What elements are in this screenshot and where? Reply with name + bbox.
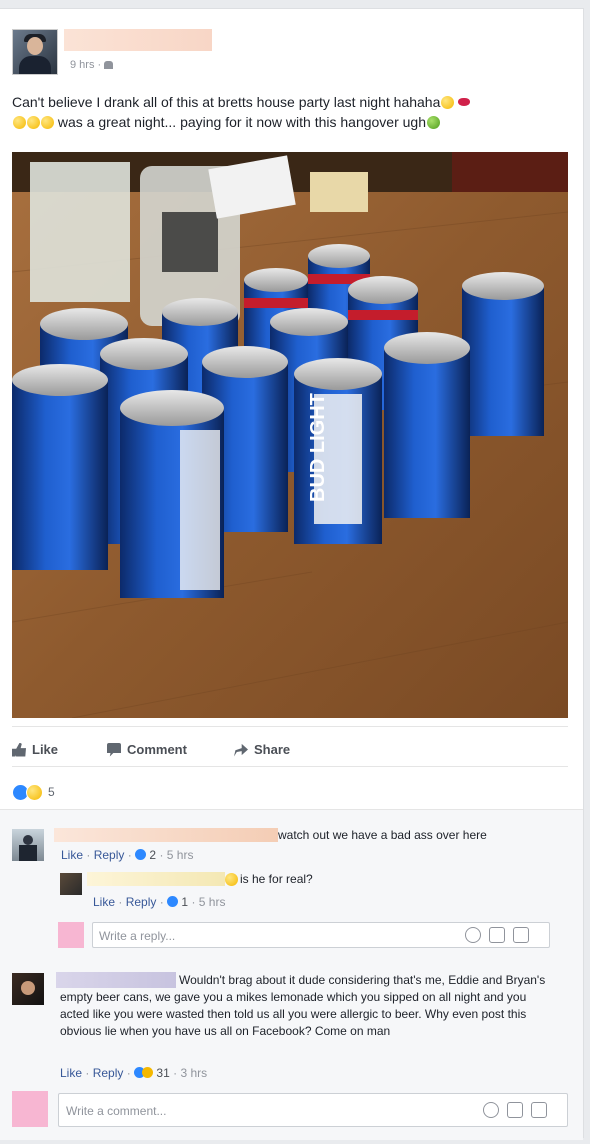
comment-input-placeholder: Write a comment... — [66, 1104, 167, 1118]
comment-meta: Like · Reply · 2 · 5 hrs — [61, 848, 194, 862]
share-button[interactable]: Share — [234, 742, 290, 757]
camera-icon[interactable] — [489, 927, 505, 943]
comment-input[interactable]: Write a comment... — [58, 1093, 568, 1127]
like-label: Like — [32, 742, 59, 757]
post-text-line1: Can't believe I drank all of this at bre… — [12, 94, 441, 110]
comment-meta: Like · Reply · 31 · 3 hrs — [60, 1066, 208, 1080]
share-label: Share — [254, 742, 291, 757]
post-text-line2: was a great night... paying for it now w… — [57, 114, 426, 130]
comment-reaction-count[interactable]: 31 — [156, 1066, 169, 1080]
grinning-face-icon — [441, 96, 455, 109]
sticker-icon[interactable] — [513, 927, 529, 943]
like-icon — [12, 742, 26, 757]
comments-section: watch out we have a bad ass over here Li… — [0, 809, 583, 1140]
post-time[interactable]: 9 hrs — [70, 59, 94, 71]
comment-icon — [107, 742, 121, 757]
beer-cans-photo: BUD LIGHT — [12, 152, 568, 718]
reply-like-link[interactable]: Like — [93, 895, 115, 909]
haha-reaction-icon — [26, 783, 43, 801]
facebook-post: 9 hrs · Can't believe I drank all of thi… — [0, 8, 584, 1140]
reply-reaction-count[interactable]: 1 — [181, 895, 188, 909]
reply-text: is he for real? — [240, 872, 313, 886]
comment-reply-link[interactable]: Reply — [94, 848, 125, 862]
reactions-summary[interactable]: 5 — [12, 783, 55, 801]
divider — [12, 726, 568, 727]
can-brand-text: BUD LIGHT — [307, 393, 329, 502]
reply-meta: Like · Reply · 1 · 5 hrs — [93, 895, 226, 909]
post-text: Can't believe I drank all of this at bre… — [12, 92, 578, 132]
laughing-face-icon — [225, 873, 238, 886]
reply-input[interactable]: Write a reply... — [92, 922, 550, 948]
laughing-face-icon — [27, 116, 40, 129]
sticker-icon[interactable] — [531, 1102, 547, 1118]
like-button[interactable]: Like — [12, 742, 58, 757]
poster-name-redacted — [64, 29, 212, 51]
nauseated-face-icon — [427, 116, 440, 129]
poster-avatar[interactable] — [12, 29, 58, 75]
comment-like-link[interactable]: Like — [61, 848, 83, 862]
reply-avatar[interactable] — [60, 873, 82, 895]
like-reaction-icon — [135, 849, 147, 860]
emoji-icon[interactable] — [465, 927, 481, 943]
share-icon — [234, 743, 248, 757]
camera-icon[interactable] — [507, 1102, 523, 1118]
lips-icon — [458, 98, 471, 106]
like-reaction-icon — [167, 896, 179, 907]
comment-time[interactable]: 5 hrs — [167, 848, 194, 862]
commenter-name-redacted — [54, 828, 278, 842]
comment-label: Comment — [127, 742, 187, 757]
comment-reaction-count[interactable]: 2 — [149, 848, 156, 862]
haha-reaction-icon — [142, 1067, 154, 1078]
reply-name-redacted — [87, 872, 225, 886]
current-user-avatar — [12, 1091, 48, 1127]
post-photo[interactable]: BUD LIGHT — [12, 152, 568, 718]
divider — [12, 766, 568, 767]
current-user-avatar — [58, 922, 84, 948]
post-meta: 9 hrs · — [70, 59, 114, 71]
emoji-icon[interactable] — [483, 1102, 499, 1118]
comment-time[interactable]: 3 hrs — [180, 1066, 207, 1080]
commenter-avatar[interactable] — [12, 829, 44, 861]
reply-time[interactable]: 5 hrs — [199, 895, 226, 909]
laughing-face-icon — [13, 116, 26, 129]
comment-text: Wouldn't brag about it dude considering … — [60, 973, 546, 1038]
comment-text: watch out we have a bad ass over here — [278, 828, 487, 842]
reply-reply-link[interactable]: Reply — [126, 895, 157, 909]
comment-like-link[interactable]: Like — [60, 1066, 82, 1080]
comment-reply-link[interactable]: Reply — [93, 1066, 124, 1080]
friends-icon — [104, 61, 114, 69]
comment-button[interactable]: Comment — [107, 742, 187, 757]
commenter-avatar[interactable] — [12, 973, 44, 1005]
reaction-count: 5 — [48, 785, 55, 799]
post-actions: Like Comment Share — [12, 736, 568, 764]
reply-input-placeholder: Write a reply... — [99, 929, 176, 943]
laughing-face-icon — [41, 116, 54, 129]
